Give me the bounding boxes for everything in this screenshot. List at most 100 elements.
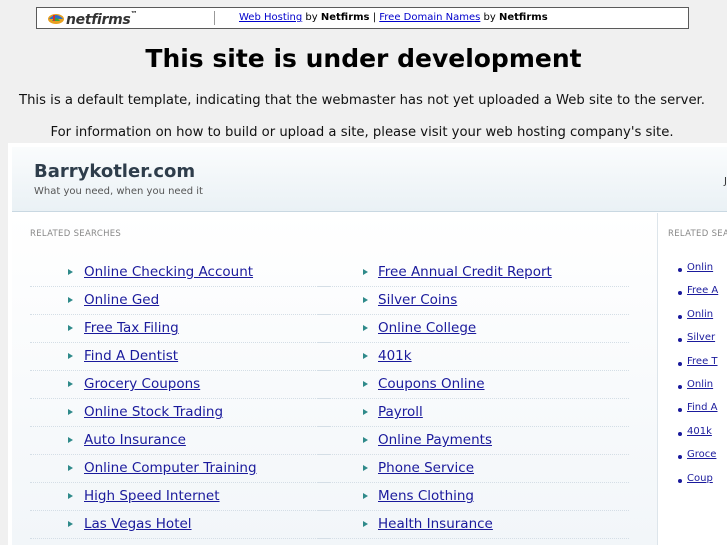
parked-header: Barrykotler.com What you need, when you …: [12, 147, 727, 212]
related-search-link[interactable]: Phone Service: [378, 460, 474, 476]
list-item: 401k: [318, 344, 629, 371]
side-search-link[interactable]: Onlin: [687, 309, 713, 320]
bullet-icon: [678, 338, 682, 343]
related-search-link[interactable]: Online College: [378, 320, 476, 336]
list-item: Online College: [318, 316, 629, 343]
bullet-icon: [678, 314, 682, 319]
brand-text: Netfirms: [499, 12, 548, 23]
list-item: Find A Dentist: [30, 344, 330, 371]
arrow-bullet-icon: [363, 409, 368, 415]
side-search-link[interactable]: Onlin: [687, 262, 713, 273]
arrow-bullet-icon: [68, 269, 73, 275]
related-search-link[interactable]: High Speed Internet: [84, 488, 220, 504]
arrow-bullet-icon: [68, 325, 73, 331]
free-domain-names-link[interactable]: Free Domain Names: [379, 12, 480, 23]
side-search-link[interactable]: Silver: [687, 332, 715, 343]
related-search-link[interactable]: Auto Insurance: [84, 432, 186, 448]
list-item: Online Stock Trading: [30, 400, 330, 427]
parked-page-frame: Barrykotler.com What you need, when you …: [8, 143, 727, 545]
bullet-icon: [678, 291, 682, 296]
arrow-bullet-icon: [68, 465, 73, 471]
arrow-bullet-icon: [68, 353, 73, 359]
list-item: Online Ged: [30, 288, 330, 315]
arrow-bullet-icon: [68, 521, 73, 527]
side-search-link[interactable]: Find A: [687, 402, 718, 413]
separator: |: [372, 12, 377, 23]
bullet-icon: [678, 478, 682, 483]
by-text: by: [305, 12, 318, 23]
related-search-link[interactable]: 401k: [378, 348, 412, 364]
arrow-bullet-icon: [363, 465, 368, 471]
links-column-left: Online Checking Account Online Ged Free Ta…: [30, 260, 340, 540]
side-search-link[interactable]: Free T: [687, 356, 718, 367]
bullet-icon: [678, 268, 682, 272]
related-search-link[interactable]: Mens Clothing: [378, 488, 474, 504]
notice-text: This is a default template, indicating t…: [19, 93, 705, 108]
related-search-link[interactable]: Las Vegas Hotel: [84, 516, 192, 532]
netfirms-logo[interactable]: netfirms™: [47, 10, 137, 28]
list-item: Mens Clothing: [318, 484, 629, 511]
arrow-bullet-icon: [363, 353, 368, 359]
by-text: by: [483, 12, 496, 23]
side-search-link[interactable]: Free A: [687, 285, 718, 296]
list-item: Online Computer Training: [30, 456, 330, 483]
brand-text: Netfirms: [320, 12, 370, 23]
banner-links: Web Hosting by Netfirms | Free Domain Na…: [239, 12, 548, 23]
links-column-right: Free Annual Credit Report Silver Coins Onl…: [318, 260, 629, 540]
banner-divider: [214, 11, 215, 25]
bullet-icon: [678, 431, 682, 436]
related-search-link[interactable]: Online Computer Training: [84, 460, 257, 476]
arrow-bullet-icon: [68, 297, 73, 303]
list-item: Silver Coins: [318, 288, 629, 315]
related-search-link[interactable]: Health Insurance: [378, 516, 493, 532]
arrow-bullet-icon: [363, 493, 368, 499]
list-item: Health Insurance: [318, 512, 629, 539]
related-search-link[interactable]: Online Stock Trading: [84, 404, 223, 420]
related-searches-side-panel: RELATED SEA Onlin Free A Onlin Silver Free T…: [659, 213, 727, 545]
page-title: This site is under development: [145, 44, 582, 73]
side-search-link[interactable]: Onlin: [687, 379, 713, 390]
arrow-bullet-icon: [363, 269, 368, 275]
arrow-bullet-icon: [363, 297, 368, 303]
related-searches-panel: RELATED SEARCHES Online Checking Account…: [12, 213, 658, 545]
arrow-bullet-icon: [363, 325, 368, 331]
arrow-bullet-icon: [68, 381, 73, 387]
list-item: Online Payments: [318, 428, 629, 455]
list-item: Las Vegas Hotel: [30, 512, 330, 539]
bullet-icon: [678, 455, 682, 460]
netfirms-globe-icon: [47, 11, 65, 25]
list-item: Online Checking Account: [30, 260, 330, 287]
web-hosting-link[interactable]: Web Hosting: [239, 12, 302, 23]
related-search-link[interactable]: Coupons Online: [378, 376, 485, 392]
notice-text-info: For information on how to build or uploa…: [50, 125, 674, 140]
netfirms-banner: netfirms™ Web Hosting by Netfirms | Free…: [36, 7, 689, 29]
related-search-link[interactable]: Online Ged: [84, 292, 159, 308]
arrow-bullet-icon: [68, 493, 73, 499]
related-search-link[interactable]: Grocery Coupons: [84, 376, 200, 392]
related-search-link[interactable]: Silver Coins: [378, 292, 457, 308]
list-item: High Speed Internet: [30, 484, 330, 511]
related-search-link[interactable]: Free Tax Filing: [84, 320, 179, 336]
bullet-icon: [678, 408, 682, 413]
related-search-link[interactable]: Payroll: [378, 404, 423, 420]
list-item: Free Annual Credit Report: [318, 260, 629, 287]
side-search-link[interactable]: Coup: [687, 473, 713, 484]
related-search-link[interactable]: Free Annual Credit Report: [378, 264, 552, 280]
arrow-bullet-icon: [68, 409, 73, 415]
list-item: Free Tax Filing: [30, 316, 330, 343]
list-item: Coupons Online: [318, 372, 629, 399]
side-search-link[interactable]: Groce: [687, 449, 716, 460]
related-search-link[interactable]: Online Payments: [378, 432, 492, 448]
side-search-link[interactable]: 401k: [687, 426, 712, 437]
bullet-icon: [678, 384, 682, 389]
arrow-bullet-icon: [363, 521, 368, 527]
list-item: Payroll: [318, 400, 629, 427]
site-name[interactable]: Barrykotler.com: [34, 161, 195, 182]
list-item: Grocery Coupons: [30, 372, 330, 399]
related-searches-label: RELATED SEARCHES: [30, 229, 122, 239]
related-search-link[interactable]: Online Checking Account: [84, 264, 253, 280]
related-search-link[interactable]: Find A Dentist: [84, 348, 178, 364]
arrow-bullet-icon: [363, 381, 368, 387]
list-item: Phone Service: [318, 456, 629, 483]
list-item: Auto Insurance: [30, 428, 330, 455]
